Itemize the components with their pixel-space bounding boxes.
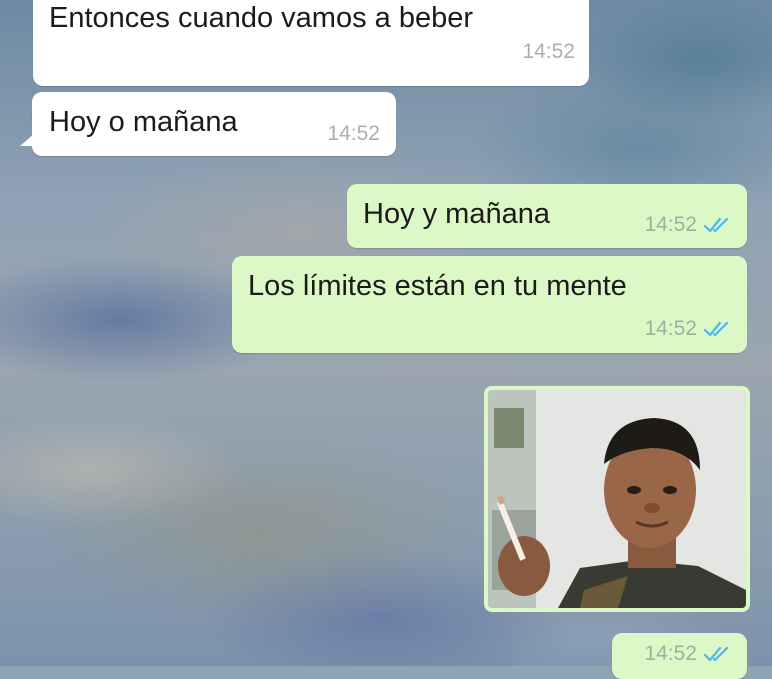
- read-receipt-icon: [703, 217, 729, 233]
- image-illustration: [488, 390, 746, 608]
- outgoing-message-bubble[interactable]: Hoy y mañana 14:52: [347, 184, 747, 248]
- message-timestamp: 14:52: [522, 40, 575, 63]
- photo-child-cigarette[interactable]: [488, 390, 746, 608]
- outgoing-message-bubble[interactable]: 14:52: [612, 633, 747, 679]
- message-timestamp: 14:52: [644, 317, 733, 341]
- read-receipt-icon: [703, 646, 729, 662]
- read-receipt-icon: [703, 321, 729, 337]
- incoming-message-bubble[interactable]: Entonces cuando vamos a beber 14:52: [33, 0, 589, 86]
- message-timestamp: 14:52: [644, 642, 733, 666]
- message-text: Hoy o mañana: [49, 106, 238, 138]
- outgoing-image-message[interactable]: [484, 386, 750, 612]
- incoming-message-bubble[interactable]: Hoy o mañana 14:52: [20, 92, 396, 156]
- message-timestamp: 14:52: [644, 213, 733, 237]
- message-text: Los límites están en tu mente: [248, 270, 627, 302]
- message-timestamp: 14:52: [327, 122, 380, 145]
- bubble-tail: [20, 134, 34, 146]
- outgoing-message-bubble[interactable]: Los límites están en tu mente 14:52: [232, 256, 747, 353]
- message-text: Entonces cuando vamos a beber: [49, 2, 473, 34]
- message-text: Hoy y mañana: [363, 198, 550, 230]
